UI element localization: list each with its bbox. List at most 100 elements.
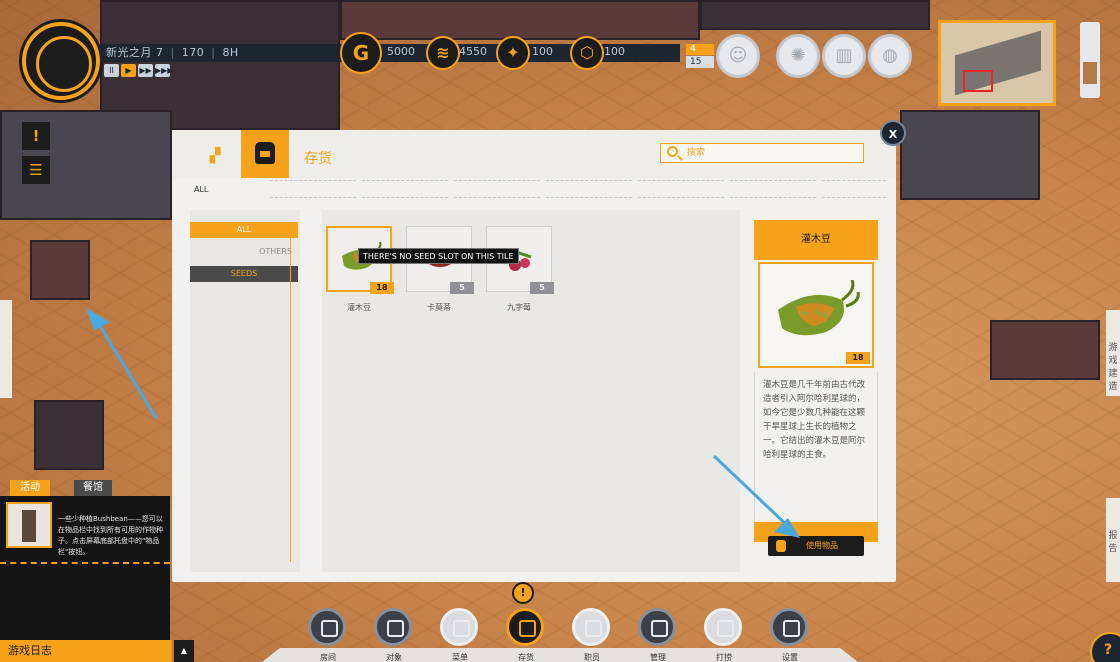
log-toggle-icon[interactable]: ▲ [174,640,194,662]
rooms-icon [308,608,346,646]
minimap[interactable] [938,20,1056,106]
filter-row: ALL [190,180,886,198]
filter-slot[interactable] [730,180,816,198]
nav-alert-icon[interactable]: ! [512,582,534,604]
search-input[interactable] [687,146,857,160]
resource-c-value: 100 [604,45,625,58]
planet-icon[interactable]: ◍ [868,34,912,78]
year-value: 170 [181,46,205,59]
salvage-icon [704,608,742,646]
item-count: 18 [370,282,394,294]
filter-slot[interactable] [822,180,886,198]
search-icon [667,146,678,157]
city-block [900,110,1040,200]
date-label: 新光之月 [106,46,152,59]
filter-slot[interactable] [454,180,540,198]
filter-slot[interactable] [638,180,724,198]
edge-tab-left[interactable] [0,300,12,398]
resource-b-icon: ✦ [496,36,530,70]
nav-staff[interactable]: 职员 [570,608,614,662]
close-button[interactable]: X [880,120,906,146]
bushbean-large-icon [778,280,860,336]
star-icon[interactable]: ✺ [776,34,820,78]
item-name: 九字莓 [507,303,531,312]
filter-all[interactable]: ALL [194,185,208,194]
tab-activity[interactable]: 活动 [10,480,50,496]
staff-icon [572,608,610,646]
item-count: 5 [450,282,474,294]
nav-label: 菜单 [452,653,468,662]
alert-icon[interactable]: ! [22,122,50,150]
category-seeds[interactable]: SEEDS [190,266,298,282]
menu-icon [440,608,478,646]
nav-inventory[interactable]: 存货 [504,608,548,662]
pause-button[interactable]: II [104,64,119,77]
minimap-viewport[interactable] [963,70,993,92]
resource-c-icon: ⬡ [570,36,604,70]
date-bar: 新光之月 7 | 170 | 8H [100,44,350,62]
resource-a-icon: ≋ [426,36,460,70]
resource-b-value: 100 [532,45,553,58]
tab-grid-icon[interactable]: ▞ [198,136,232,176]
layer-thumb[interactable] [1083,62,1097,84]
detail-title: 灌木豆 [754,220,878,260]
city-block [990,320,1100,380]
category-bracket [290,222,298,562]
money-icon: G [340,32,382,74]
game-log-button[interactable]: 游戏日志 [0,640,172,662]
nav-manage[interactable]: 管理 [636,608,680,662]
city-block [30,240,90,300]
population-badge: 4 [686,44,714,55]
detail-image: 18 [758,262,874,368]
chart-icon[interactable]: ▥ [822,34,866,78]
tab-storage[interactable] [241,130,289,178]
nav-menu[interactable]: 菜单 [438,608,482,662]
hint-arrow-icon [712,454,800,538]
event-panel: 一些少种植Bushbean——您可以在物品栏中找到所有可用的作物种子。点击屏幕底… [0,496,170,640]
fast-button[interactable]: ▶▶ [138,64,153,77]
play-button[interactable]: ▶ [121,64,136,77]
category-all[interactable]: ALL [190,222,298,238]
hint-arrow-icon [86,308,158,419]
divider [0,562,170,564]
gear-icon [770,608,808,646]
item-name: 灌木豆 [347,303,371,312]
nav-rooms[interactable]: 房间 [306,608,350,662]
nav-label: 存货 [518,653,534,662]
use-item-label: 使用物品 [806,541,838,550]
manage-icon [638,608,676,646]
nav-label: 设置 [782,653,798,662]
nav-objects[interactable]: 对象 [372,608,416,662]
game-logo [22,22,100,100]
nav-label: 对象 [386,653,402,662]
nav-label: 管理 [650,653,666,662]
category-others[interactable]: OTHERS [190,244,298,260]
day-value: 7 [156,46,164,59]
seed-slot-tooltip: THERE'S NO SEED SLOT ON THIS TILE [358,248,519,264]
hour-value: 8H [222,46,239,59]
chat-icon[interactable]: ☰ [22,156,50,184]
nav-label: 房间 [320,653,336,662]
nav-label: 打捞 [716,653,732,662]
edge-tab-build[interactable]: 建造 [1106,366,1120,394]
objects-icon [374,608,412,646]
fastest-button[interactable]: ▶▶▶ [155,64,173,77]
inventory-title: 存货 [304,151,332,167]
event-text: 一些少种植Bushbean——您可以在物品栏中找到所有可用的作物种子。点击屏幕底… [58,515,163,556]
nav-settings[interactable]: 设置 [768,608,812,662]
search-field[interactable] [660,143,864,163]
character-portrait [6,502,52,548]
edge-tab-report[interactable]: 报告 [1106,498,1120,582]
item-name: 卡莫蒂 [427,303,451,312]
filter-slot[interactable] [362,180,448,198]
speed-controls: II ▶ ▶▶ ▶▶▶ [104,64,173,77]
filter-slot[interactable] [546,180,632,198]
money-value: 5000 [387,45,415,58]
filter-slot[interactable] [270,180,356,198]
nav-salvage[interactable]: 打捞 [702,608,746,662]
help-button[interactable]: ? [1090,632,1120,662]
tab-restaurant[interactable]: 餐馆 [74,480,112,496]
layer-scroll[interactable] [1080,22,1100,98]
population-icon[interactable]: ☺ [716,34,760,78]
item-count: 5 [530,282,554,294]
